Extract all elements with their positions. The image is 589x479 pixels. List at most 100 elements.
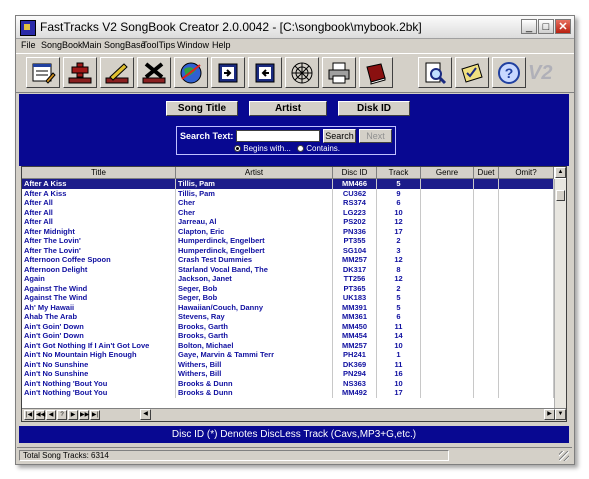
table-cell[interactable] — [499, 283, 554, 293]
table-cell[interactable] — [421, 388, 474, 398]
delete-song-button[interactable] — [137, 57, 171, 88]
resize-grip-icon[interactable] — [559, 451, 569, 461]
table-cell[interactable]: PT365 — [333, 283, 377, 293]
table-cell[interactable] — [474, 255, 499, 265]
table-cell[interactable] — [421, 350, 474, 360]
table-cell[interactable]: Seger, Bob — [176, 293, 333, 303]
table-cell[interactable] — [421, 255, 474, 265]
import-book-button[interactable] — [211, 57, 245, 88]
table-cell[interactable]: Jarreau, Al — [176, 217, 333, 227]
table-cell[interactable] — [499, 331, 554, 341]
table-cell[interactable] — [499, 340, 554, 350]
table-cell[interactable] — [474, 350, 499, 360]
scroll-down-icon[interactable]: ▼ — [555, 409, 566, 420]
table-cell[interactable]: Brooks & Dunn — [176, 388, 333, 398]
table-cell[interactable]: Against The Wind — [22, 293, 176, 303]
table-cell[interactable] — [499, 359, 554, 369]
table-cell[interactable]: PT355 — [333, 236, 377, 246]
table-cell[interactable]: Crash Test Dummies — [176, 255, 333, 265]
table-cell[interactable]: After The Lovin' — [22, 245, 176, 255]
table-cell[interactable]: 8 — [377, 264, 421, 274]
help-button[interactable]: ? — [492, 57, 526, 88]
vertical-scrollbar[interactable] — [554, 179, 566, 409]
next-button[interactable]: Next — [359, 129, 392, 143]
contains-radio[interactable] — [297, 145, 304, 153]
table-cell[interactable] — [499, 255, 554, 265]
book-button[interactable] — [359, 57, 393, 88]
table-cell[interactable] — [474, 236, 499, 246]
first-record-button[interactable]: |◀ — [24, 410, 34, 420]
table-cell[interactable]: 9 — [377, 188, 421, 198]
table-cell[interactable]: Withers, Bill — [176, 359, 333, 369]
table-cell[interactable] — [474, 226, 499, 236]
table-cell[interactable] — [499, 217, 554, 227]
table-cell[interactable]: 1 — [377, 350, 421, 360]
column-header-omit[interactable]: Omit? — [499, 167, 554, 179]
table-cell[interactable] — [474, 283, 499, 293]
table-cell[interactable]: 2 — [377, 283, 421, 293]
table-cell[interactable]: 14 — [377, 331, 421, 341]
table-cell[interactable] — [499, 198, 554, 208]
table-cell[interactable] — [499, 264, 554, 274]
scroll-right-icon[interactable]: ▶ — [544, 409, 555, 420]
table-cell[interactable] — [421, 264, 474, 274]
contains-option[interactable]: Contains. — [297, 144, 340, 153]
table-cell[interactable] — [421, 207, 474, 217]
table-cell[interactable]: 12 — [377, 217, 421, 227]
vertical-scroll-thumb[interactable] — [556, 190, 565, 201]
table-cell[interactable] — [499, 388, 554, 398]
table-cell[interactable]: Ain't Goin' Down — [22, 321, 176, 331]
table-cell[interactable]: MM492 — [333, 388, 377, 398]
begins-with-option[interactable]: Begins with... — [234, 144, 291, 153]
title-bar[interactable]: FastTracks V2 SongBook Creator 2.0.0042 … — [16, 16, 574, 39]
table-cell[interactable]: DK369 — [333, 359, 377, 369]
table-cell[interactable]: 12 — [377, 274, 421, 284]
table-cell[interactable]: Starland Vocal Band, The — [176, 264, 333, 274]
table-cell[interactable]: 10 — [377, 207, 421, 217]
edit-song-button[interactable] — [100, 57, 134, 88]
column-header-artist[interactable]: Artist — [176, 167, 333, 179]
table-cell[interactable] — [421, 217, 474, 227]
table-cell[interactable] — [499, 302, 554, 312]
query-button[interactable]: ? — [57, 410, 67, 420]
table-cell[interactable]: LG223 — [333, 207, 377, 217]
menu-help[interactable]: Help — [212, 39, 231, 52]
table-cell[interactable]: MM450 — [333, 321, 377, 331]
table-cell[interactable] — [421, 321, 474, 331]
artist-mode-button[interactable]: Artist — [249, 101, 327, 116]
scroll-up-icon[interactable]: ▲ — [555, 167, 566, 178]
table-cell[interactable]: Ah' My Hawaii — [22, 302, 176, 312]
table-cell[interactable]: Ain't Nothing 'Bout You — [22, 388, 176, 398]
column-header-genre[interactable]: Genre — [421, 167, 474, 179]
table-cell[interactable] — [421, 245, 474, 255]
table-cell[interactable]: 2 — [377, 236, 421, 246]
table-cell[interactable] — [474, 217, 499, 227]
table-cell[interactable]: 11 — [377, 359, 421, 369]
export-book-button[interactable] — [248, 57, 282, 88]
table-cell[interactable]: Clapton, Eric — [176, 226, 333, 236]
table-cell[interactable]: Ain't No Sunshine — [22, 369, 176, 379]
last-record-button[interactable]: ▶| — [90, 410, 100, 420]
table-cell[interactable] — [474, 264, 499, 274]
checklist-button[interactable] — [455, 57, 489, 88]
table-cell[interactable]: 12 — [377, 255, 421, 265]
column-header-title[interactable]: Title — [22, 167, 176, 179]
table-cell[interactable]: Brooks & Dunn — [176, 378, 333, 388]
table-cell[interactable] — [474, 188, 499, 198]
table-cell[interactable]: Cher — [176, 198, 333, 208]
table-cell[interactable] — [421, 188, 474, 198]
table-cell[interactable] — [421, 331, 474, 341]
table-cell[interactable]: After All — [22, 198, 176, 208]
table-cell[interactable]: 5 — [377, 179, 421, 189]
table-cell[interactable]: 11 — [377, 321, 421, 331]
table-cell[interactable] — [499, 312, 554, 322]
table-cell[interactable]: Bolton, Michael — [176, 340, 333, 350]
table-cell[interactable] — [474, 179, 499, 189]
table-cell[interactable]: PN294 — [333, 369, 377, 379]
table-cell[interactable]: 6 — [377, 198, 421, 208]
table-cell[interactable] — [421, 359, 474, 369]
table-cell[interactable] — [499, 321, 554, 331]
disk-id-mode-button[interactable]: Disk ID — [338, 101, 410, 116]
minimize-button[interactable]: _ — [521, 19, 537, 34]
table-cell[interactable]: After A Kiss — [22, 188, 176, 198]
